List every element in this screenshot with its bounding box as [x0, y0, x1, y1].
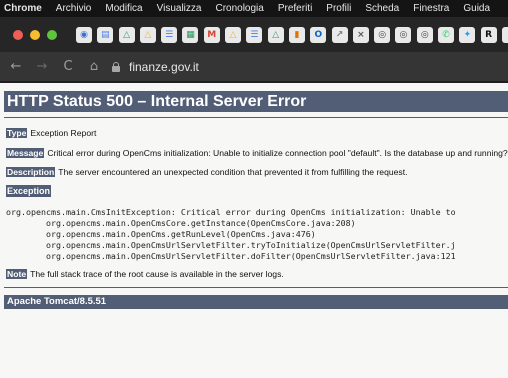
message-value: Critical error during OpenCms initializa… — [47, 148, 508, 158]
outlook-icon[interactable]: O — [310, 26, 327, 43]
r-icon[interactable]: R — [480, 26, 497, 43]
navigation-bar: ← → C ⌂ finanze.gov.it — [0, 52, 508, 82]
sparkline-icon[interactable]: ↗ — [331, 26, 348, 43]
message-label: Message — [6, 148, 45, 158]
docs-icon[interactable]: ☰ — [161, 26, 178, 43]
pinned-tabs: ◉▤△△☰▦M△☰△▮O↗×◎◎◎✆✦R▯ — [76, 26, 508, 43]
description-row: Description The server encountered an une… — [6, 166, 408, 178]
reload-button[interactable]: C — [58, 59, 78, 74]
type-value: Exception Report — [30, 128, 97, 138]
note-row: Note The full stack trace of the root cau… — [6, 268, 284, 280]
menu-cronologia[interactable]: Cronologia — [215, 3, 263, 14]
back-button[interactable]: ← — [6, 59, 26, 74]
close-window-button[interactable] — [13, 29, 23, 40]
description-value: The server encountered an unexpected con… — [58, 167, 408, 177]
note-value: The full stack trace of the root cause i… — [30, 269, 284, 279]
message-row: Message Critical error during OpenCms ini… — [6, 147, 508, 159]
lock-icon[interactable] — [112, 61, 120, 72]
zoom-window-button[interactable] — [47, 29, 57, 40]
menu-archivio[interactable]: Archivio — [56, 3, 92, 14]
minimize-window-button[interactable] — [30, 29, 40, 40]
type-row: Type Exception Report — [6, 127, 96, 139]
sheets-icon[interactable]: ▦ — [182, 26, 199, 43]
stack-line: org.opencms.main.OpenCmsUrlServletFilter… — [6, 240, 456, 250]
menu-preferiti[interactable]: Preferiti — [278, 3, 312, 14]
divider — [4, 287, 508, 288]
window-controls — [13, 29, 64, 40]
whatsapp-icon[interactable]: ✆ — [438, 26, 455, 43]
tab-close-icon[interactable]: × — [352, 26, 369, 43]
docs-icon[interactable]: ☰ — [246, 26, 263, 43]
tab-strip: ◉▤△△☰▦M△☰△▮O↗×◎◎◎✆✦R▯ — [0, 17, 508, 52]
stack-line: org.opencms.main.OpenCms.getRunLevel(Ope… — [6, 229, 316, 239]
forward-button[interactable]: → — [32, 59, 52, 74]
server-footer: Apache Tomcat/8.5.51 — [4, 295, 508, 309]
menu-guida[interactable]: Guida — [463, 3, 490, 14]
docs-icon[interactable]: ▤ — [97, 26, 114, 43]
menu-scheda[interactable]: Scheda — [365, 3, 399, 14]
globe-icon[interactable]: ◉ — [76, 26, 92, 43]
stack-line: org.opencms.main.OpenCmsUrlServletFilter… — [6, 251, 456, 261]
twitter-icon[interactable]: ✦ — [459, 26, 476, 43]
url-text: finanze.gov.it — [129, 59, 199, 74]
home-button[interactable]: ⌂ — [84, 59, 104, 74]
stack-line: org.opencms.main.OpenCmsCore.getInstance… — [6, 218, 356, 228]
stack-line: org.opencms.main.CmsInitException: Criti… — [6, 207, 456, 217]
drive-icon[interactable]: △ — [118, 26, 135, 43]
doc-icon[interactable]: ▯ — [501, 26, 508, 43]
drive-icon[interactable]: △ — [139, 26, 156, 43]
menu-modifica[interactable]: Modifica — [105, 3, 142, 14]
drive-icon[interactable]: △ — [225, 26, 242, 43]
page-content: HTTP Status 500 – Internal Server Error … — [0, 83, 508, 378]
address-bar[interactable]: finanze.gov.it — [112, 56, 502, 78]
menu-finestra[interactable]: Finestra — [413, 3, 449, 14]
menu-app-chrome[interactable]: Chrome — [4, 3, 42, 14]
analytics-icon[interactable]: ▮ — [288, 26, 305, 43]
note-label: Note — [6, 269, 28, 279]
circle-icon[interactable]: ◎ — [374, 26, 391, 43]
macos-menu-bar: Chrome Archivio Modifica Visualizza Cron… — [0, 0, 508, 17]
drive-icon[interactable]: △ — [267, 26, 284, 43]
type-label: Type — [6, 128, 28, 138]
circle-icon[interactable]: ◎ — [395, 26, 412, 43]
gmail-icon[interactable]: M — [203, 26, 220, 43]
exception-label: Exception — [6, 185, 52, 197]
divider — [4, 117, 508, 118]
menu-profili[interactable]: Profili — [326, 3, 351, 14]
menu-visualizza[interactable]: Visualizza — [157, 3, 202, 14]
page-title: HTTP Status 500 – Internal Server Error — [4, 91, 508, 112]
circle-icon[interactable]: ◎ — [416, 26, 433, 43]
description-label: Description — [6, 167, 56, 177]
